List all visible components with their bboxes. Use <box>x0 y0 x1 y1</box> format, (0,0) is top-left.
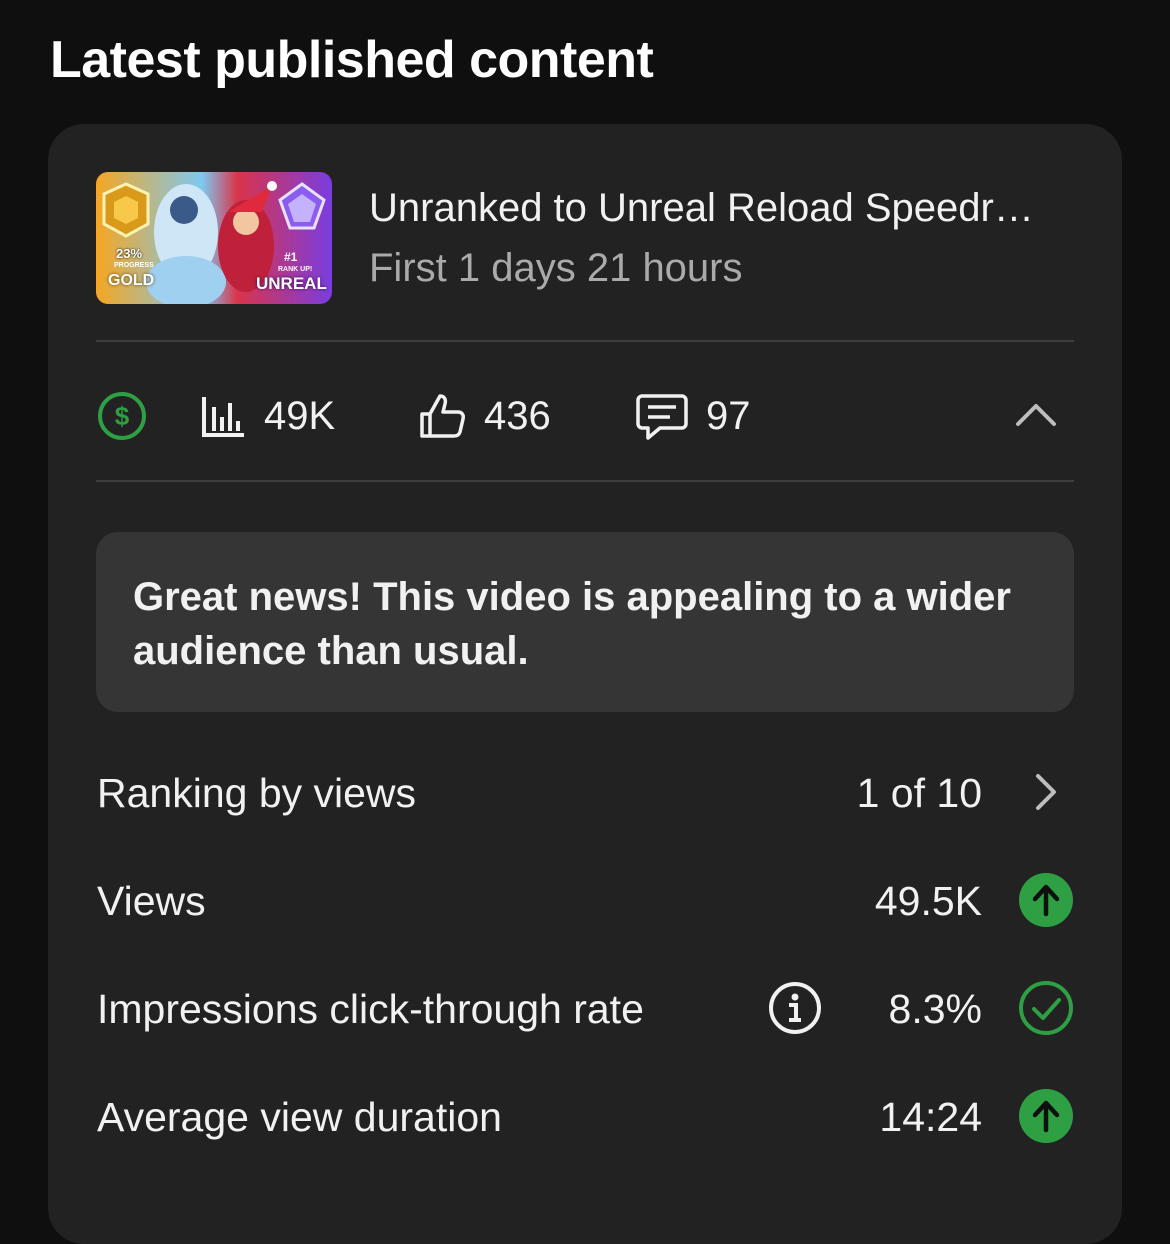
thumb-left-sub: PROGRESS <box>114 262 154 269</box>
info-icon[interactable] <box>767 980 823 1036</box>
latest-content-card[interactable]: 23% PROGRESS GOLD #1 RANK UP! UNREAL Unr… <box>48 124 1122 1244</box>
check-circle-icon <box>1019 981 1073 1035</box>
chevron-right-icon[interactable] <box>1018 764 1074 820</box>
insight-banner: Great news! This video is appealing to a… <box>96 532 1074 712</box>
collapse-button[interactable] <box>1012 386 1060 446</box>
divider-top <box>96 340 1074 342</box>
divider-bottom <box>96 480 1074 482</box>
metric-row-views[interactable]: Views 49.5K <box>96 870 1074 930</box>
likes-stat[interactable]: 436 <box>418 386 551 446</box>
comments-stat[interactable]: 97 <box>636 386 751 446</box>
video-thumbnail[interactable]: 23% PROGRESS GOLD #1 RANK UP! UNREAL <box>96 172 332 304</box>
metric-row-ctr[interactable]: Impressions click-through rate 8.3% <box>96 978 1074 1038</box>
thumbs-up-icon <box>420 394 465 438</box>
video-row[interactable]: 23% PROGRESS GOLD #1 RANK UP! UNREAL Unr… <box>96 172 1074 304</box>
dollar-circle-icon: $ <box>98 392 146 440</box>
metric-label: Impressions click-through rate <box>97 986 644 1032</box>
metric-value: 8.3% <box>888 986 982 1032</box>
thumb-left-percent: 23% <box>116 246 143 261</box>
comments-count: 97 <box>706 393 751 438</box>
arrow-up-circle-icon <box>1019 873 1073 927</box>
thumb-right-number: #1 <box>284 250 298 264</box>
metric-label: Average view duration <box>97 1094 502 1140</box>
arrow-up-circle-icon <box>1019 1089 1073 1143</box>
thumb-left-rank: GOLD <box>108 272 155 289</box>
metric-value: 49.5K <box>874 878 982 924</box>
metric-label: Views <box>97 878 206 924</box>
metric-row-avg-duration[interactable]: Average view duration 14:24 <box>96 1086 1074 1146</box>
video-title[interactable]: Unranked to Unreal Reload Speedr… <box>369 186 1074 231</box>
thumb-right-sub: RANK UP! <box>278 266 313 273</box>
metric-value: 14:24 <box>879 1094 982 1140</box>
metric-value: 1 of 10 <box>856 770 982 816</box>
video-subtitle: First 1 days 21 hours <box>369 246 743 290</box>
insight-text: Great news! This video is appealing to a… <box>133 575 1011 673</box>
section-title: Latest published content <box>50 31 654 89</box>
svg-text:$: $ <box>115 401 130 431</box>
comment-icon <box>636 394 688 440</box>
metric-label: Ranking by views <box>97 770 417 816</box>
views-stat[interactable]: 49K <box>200 386 335 446</box>
chevron-up-icon <box>1016 404 1056 426</box>
metric-row-ranking[interactable]: Ranking by views 1 of 10 <box>96 762 1074 822</box>
likes-count: 436 <box>484 393 551 438</box>
stats-row[interactable]: $ 49K 436 97 <box>96 386 1074 446</box>
bar-chart-icon <box>202 397 244 437</box>
thumb-right-rank: UNREAL <box>256 274 327 293</box>
views-count: 49K <box>264 393 336 438</box>
monetization-status[interactable]: $ <box>96 386 148 446</box>
